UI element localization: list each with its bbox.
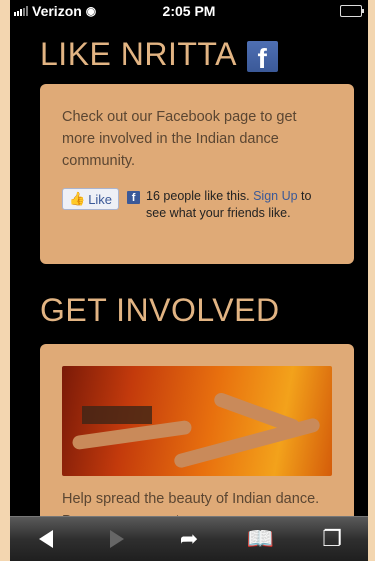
- facebook-description: Check out our Facebook page to get more …: [62, 109, 297, 169]
- facebook-logo-icon[interactable]: f: [246, 41, 278, 74]
- thumbs-up-icon: 👍: [69, 191, 86, 206]
- dance-photo: [62, 366, 332, 476]
- involved-card: Help spread the beauty of Indian dance. …: [40, 344, 354, 517]
- involved-description: Help spread the beauty of Indian dance. …: [62, 491, 320, 517]
- like-count: 16 people like this.: [146, 189, 250, 203]
- like-heading-text: LIKE NRITTA: [40, 36, 237, 72]
- clock: 2:05 PM: [162, 3, 216, 19]
- status-bar: Verizon ◉ 2:05 PM: [10, 0, 368, 22]
- page-content: LIKE NRITTA f Check out our Facebook page…: [10, 22, 368, 517]
- share-icon[interactable]: ➦: [169, 519, 209, 559]
- browser-toolbar: ➦ 📖 ❐: [10, 516, 368, 561]
- back-icon[interactable]: [26, 519, 66, 559]
- wifi-icon: ◉: [85, 4, 97, 18]
- facebook-card: Check out our Facebook page to get more …: [40, 84, 354, 264]
- phone-screen: Verizon ◉ 2:05 PM LIKE NRITTA f Check out…: [0, 0, 375, 561]
- signal-icon: [14, 6, 28, 16]
- involved-heading: GET INVOLVED: [40, 292, 280, 328]
- carrier-label: Verizon: [32, 3, 82, 19]
- like-button-label: Like: [88, 191, 113, 207]
- facebook-small-icon: f: [127, 191, 141, 204]
- signup-link[interactable]: Sign Up: [253, 189, 297, 203]
- like-button[interactable]: 👍 Like: [62, 188, 120, 210]
- like-count-text: 16 people like this. Sign Up to see what…: [146, 188, 332, 222]
- bookmarks-icon[interactable]: 📖: [241, 519, 281, 559]
- like-heading: LIKE NRITTA f: [40, 36, 278, 74]
- forward-icon[interactable]: [97, 519, 137, 559]
- battery-icon: [340, 5, 364, 17]
- tabs-icon[interactable]: ❐: [312, 519, 352, 559]
- like-widget: 👍 Like f 16 people like this. Sign Up to…: [62, 188, 332, 222]
